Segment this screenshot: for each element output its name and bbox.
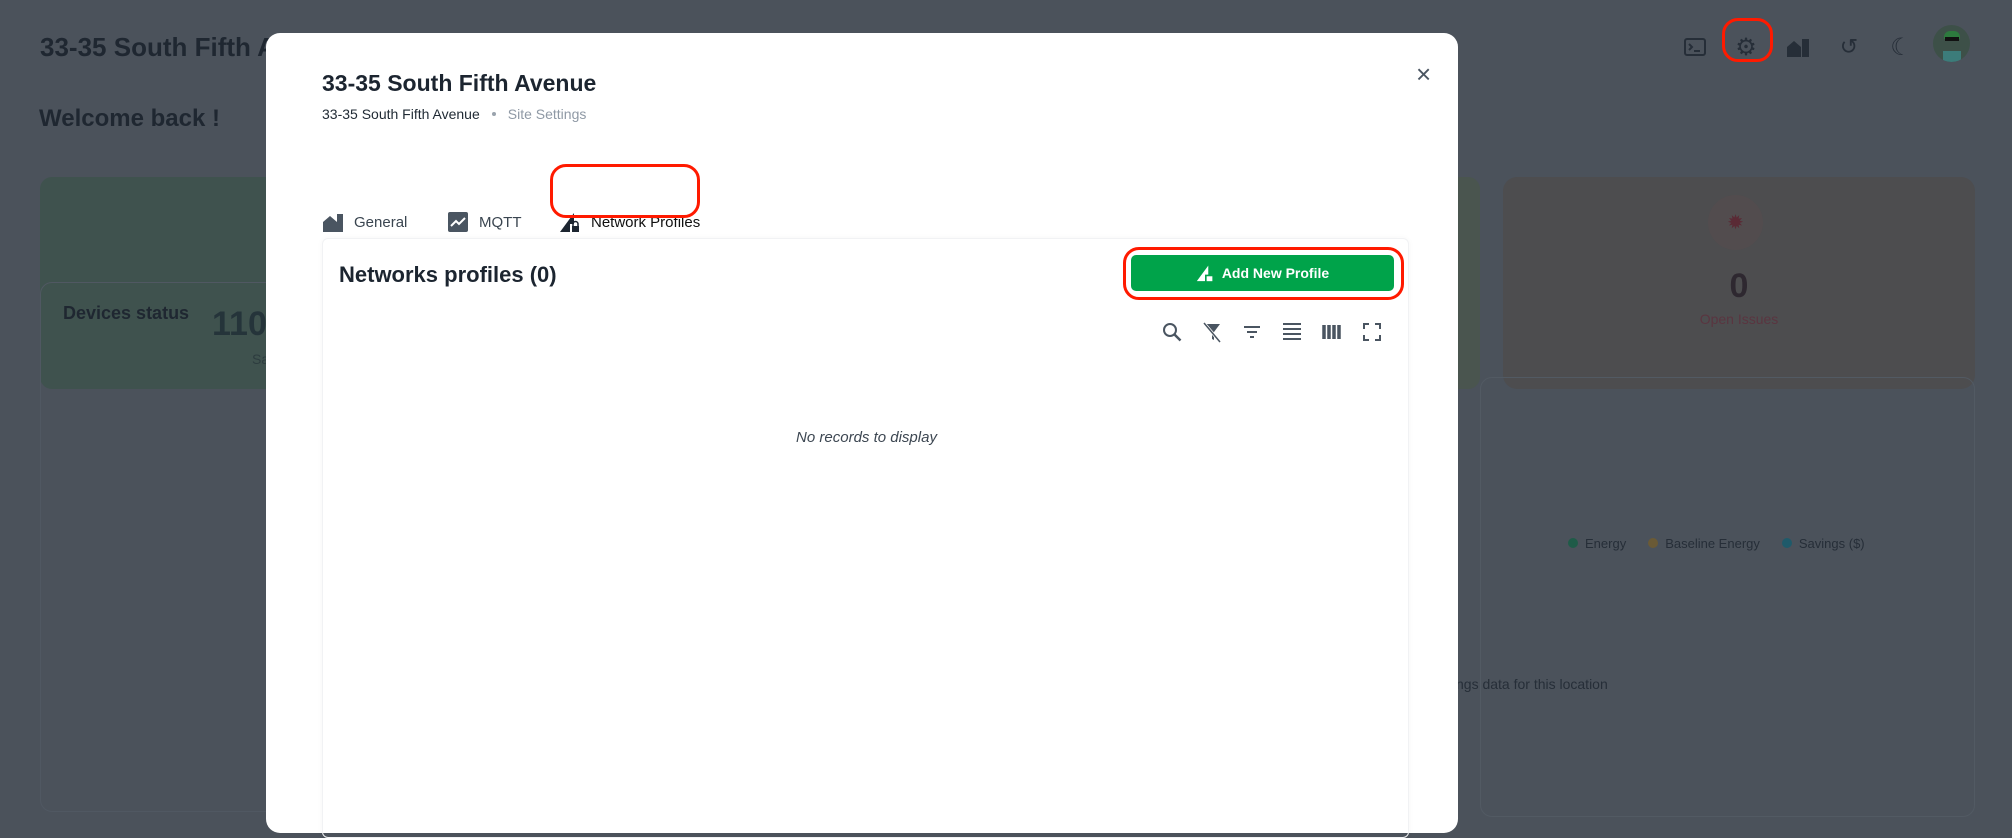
avatar[interactable] bbox=[1933, 25, 1970, 62]
site-settings-modal: 33-35 South Fifth Avenue 33-35 South Fif… bbox=[266, 33, 1458, 838]
page-header-title: 33-35 South Fifth A bbox=[40, 32, 276, 62]
devices-status-card: Devices status bbox=[40, 282, 280, 812]
bug-icon: ✹ bbox=[1708, 195, 1763, 250]
search-icon[interactable] bbox=[1161, 321, 1183, 343]
moon-icon[interactable]: ☾ bbox=[1886, 32, 1916, 62]
open-issues-value: 0 bbox=[1729, 267, 1749, 305]
open-issues-card: ✹ 0 Open Issues bbox=[1503, 177, 1975, 389]
close-icon[interactable]: × bbox=[1416, 61, 1431, 87]
buildings-icon[interactable] bbox=[1783, 32, 1813, 62]
breadcrumb-separator bbox=[491, 112, 496, 116]
welcome-heading: Welcome back ! bbox=[39, 105, 220, 132]
columns-icon[interactable] bbox=[1321, 321, 1343, 343]
refresh-icon[interactable]: ↺ bbox=[1834, 32, 1864, 62]
legend-energy[interactable]: Energy bbox=[1568, 536, 1626, 551]
legend-baseline-energy[interactable]: Baseline Energy bbox=[1648, 536, 1760, 551]
open-issues-label: Open Issues bbox=[1699, 311, 1779, 327]
clear-filter-icon[interactable] bbox=[1201, 321, 1223, 343]
legend-savings[interactable]: Savings ($) bbox=[1781, 536, 1865, 551]
highlight-ring-settings bbox=[1722, 18, 1773, 62]
breadcrumb: 33-35 South Fifth Avenue Site Settings bbox=[322, 106, 586, 122]
devices-status-title: Devices status bbox=[63, 303, 190, 323]
density-icon[interactable] bbox=[1281, 321, 1303, 343]
chart-empty-message: ngs data for this location bbox=[1456, 676, 1608, 692]
chart-icon bbox=[448, 212, 468, 232]
tab-general[interactable]: General bbox=[322, 211, 407, 233]
terminal-icon[interactable] bbox=[1680, 32, 1710, 62]
breadcrumb-current: Site Settings bbox=[507, 106, 587, 122]
filter-icon[interactable] bbox=[1241, 321, 1263, 343]
modal-title: 33-35 South Fifth Avenue bbox=[322, 70, 597, 96]
fullscreen-icon[interactable] bbox=[1361, 321, 1383, 343]
tab-mqtt[interactable]: MQTT bbox=[447, 211, 522, 233]
network-profiles-table-card: Networks profiles (0) Add New Profile No… bbox=[322, 238, 1409, 838]
highlight-ring-add bbox=[1123, 247, 1404, 300]
empty-table-message: No records to display bbox=[796, 429, 937, 446]
buildings-icon bbox=[323, 214, 343, 232]
highlight-ring-tab bbox=[550, 164, 700, 218]
breadcrumb-site[interactable]: 33-35 South Fifth Avenue bbox=[322, 106, 480, 122]
energy-chart-card bbox=[1480, 377, 1975, 817]
chart-legend: Energy Baseline Energy Savings ($) bbox=[1568, 536, 1865, 551]
card-title: Networks profiles (0) bbox=[339, 262, 557, 287]
